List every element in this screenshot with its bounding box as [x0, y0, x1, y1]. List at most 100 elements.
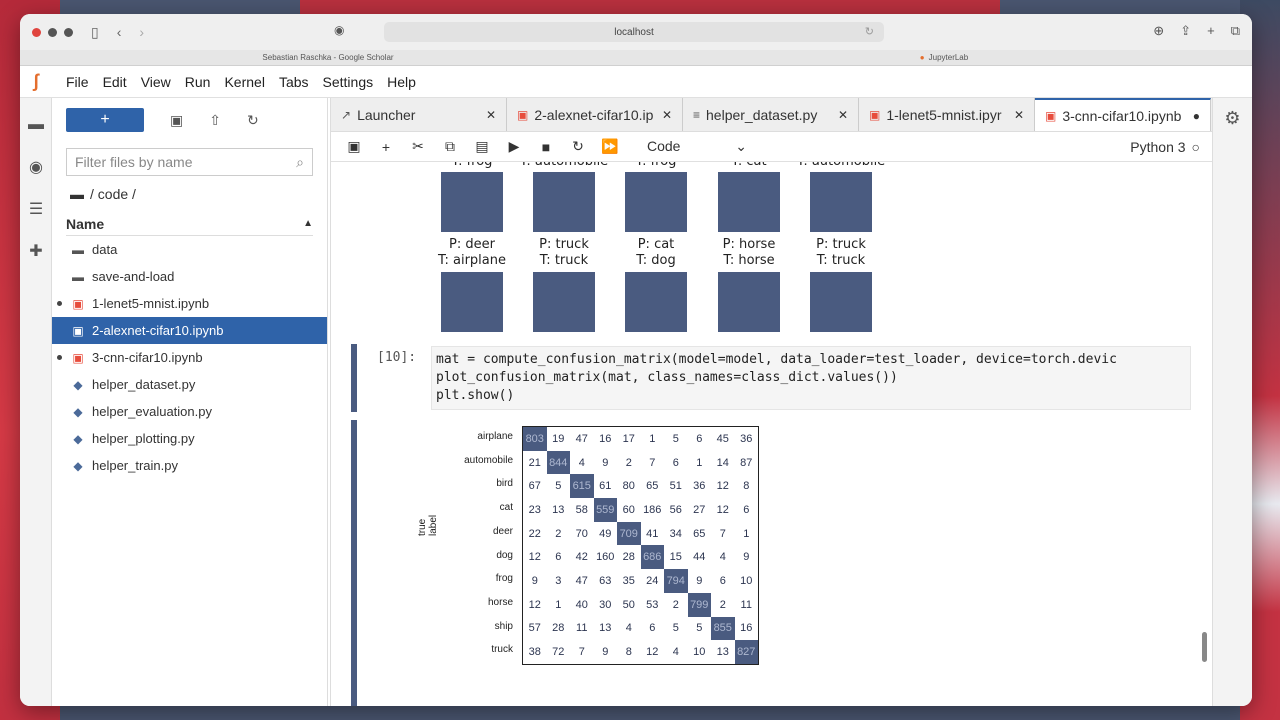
run-icon[interactable]: ▶: [505, 138, 523, 155]
predicted-label: P: truck: [816, 237, 866, 252]
tab-overview-icon[interactable]: ⧉: [1231, 23, 1240, 39]
matrix-cell: 1: [555, 598, 562, 611]
menu-settings[interactable]: Settings: [323, 74, 374, 90]
file-item[interactable]: ▣ 2-alexnet-cifar10.ipynb: [52, 317, 327, 344]
file-item[interactable]: ◆ helper_train.py: [52, 452, 327, 479]
run-all-icon[interactable]: ⏩: [601, 138, 619, 155]
address-bar[interactable]: localhost ↻: [384, 22, 884, 42]
menu-file[interactable]: File: [66, 74, 89, 90]
commands-icon[interactable]: ☰: [20, 194, 52, 224]
reload-icon[interactable]: ↻: [865, 25, 874, 38]
true-label: T: dog: [636, 253, 676, 268]
share-icon[interactable]: ⇪: [1180, 23, 1191, 39]
doc-tab[interactable]: ≡ helper_dataset.py ✕: [683, 98, 859, 131]
matrix-cell: 12: [528, 598, 541, 611]
breadcrumb-path[interactable]: / code /: [90, 186, 136, 202]
close-tab-icon[interactable]: ✕: [662, 108, 672, 122]
minimize-window-button[interactable]: [48, 27, 57, 37]
sample-image: [625, 272, 687, 332]
doc-tab[interactable]: ▣ 3-cnn-cifar10.ipynb ●: [1035, 98, 1211, 131]
kernel-status[interactable]: Python 3 ○: [1130, 139, 1200, 155]
upload-icon[interactable]: ⇧: [209, 112, 221, 129]
notebook-toolbar: ▣ + ✂ ⧉ ▤ ▶ ■ ↻ ⏩ Code ⌄ Python 3 ○: [331, 132, 1212, 162]
menu-run[interactable]: Run: [185, 74, 211, 90]
browser-tab-jupyter[interactable]: ● JupyterLab: [636, 50, 1252, 65]
paste-icon[interactable]: ▤: [473, 138, 491, 155]
matrix-cell: 15: [669, 551, 682, 564]
file-name: helper_plotting.py: [92, 431, 195, 446]
menu-view[interactable]: View: [141, 74, 171, 90]
file-item[interactable]: ▬ data: [52, 236, 327, 263]
matrix-cell: 7: [578, 646, 585, 659]
running-icon[interactable]: ◉: [20, 152, 52, 182]
matrix-cell: 17: [622, 432, 635, 445]
file-item[interactable]: ▣ 3-cnn-cifar10.ipynb: [52, 344, 327, 371]
folder-icon[interactable]: ▬: [20, 110, 52, 140]
cell-type-select[interactable]: Code ⌄: [647, 138, 747, 155]
breadcrumb-folder-icon[interactable]: ▬: [70, 186, 84, 202]
matrix-cell: 38: [528, 646, 541, 659]
copy-icon[interactable]: ⧉: [441, 138, 459, 155]
traffic-lights: [32, 27, 73, 37]
privacy-shield-icon[interactable]: ◉: [334, 23, 344, 37]
matrix-cell: 8: [625, 646, 632, 659]
extensions-icon[interactable]: ✚: [20, 236, 52, 266]
code-cell-editor[interactable]: mat = compute_confusion_matrix(model=mod…: [431, 346, 1191, 410]
file-item[interactable]: ◆ helper_evaluation.py: [52, 398, 327, 425]
safari-actions: ⊕ ⇪ + ⧉: [1153, 23, 1240, 39]
forward-icon[interactable]: ›: [139, 24, 144, 40]
name-column-header[interactable]: Name ▲: [66, 212, 313, 236]
sample-image: [625, 172, 687, 232]
file-item[interactable]: ◆ helper_plotting.py: [52, 425, 327, 452]
downloads-icon[interactable]: ⊕: [1153, 23, 1164, 39]
filter-files-input[interactable]: Filter files by name ⌕: [66, 148, 313, 176]
doc-tab[interactable]: ▣ 1-lenet5-mnist.ipyr ✕: [859, 98, 1035, 131]
save-icon[interactable]: ▣: [345, 138, 363, 155]
menu-help[interactable]: Help: [387, 74, 416, 90]
file-item[interactable]: ◆ helper_dataset.py: [52, 371, 327, 398]
breadcrumb: ▬ / code /: [70, 186, 309, 202]
close-window-button[interactable]: [32, 27, 41, 37]
doc-tab[interactable]: ▣ 2-alexnet-cifar10.ip ✕: [507, 98, 683, 131]
new-tab-icon[interactable]: +: [1207, 23, 1215, 39]
zoom-window-button[interactable]: [64, 27, 73, 37]
restart-icon[interactable]: ↻: [569, 138, 587, 155]
menu-kernel[interactable]: Kernel: [224, 74, 264, 90]
insert-cell-icon[interactable]: +: [377, 139, 395, 155]
matrix-cell: 2: [625, 456, 632, 469]
sample-image: [441, 272, 503, 332]
matrix-cell: 87: [740, 456, 753, 469]
matrix-cell: 160: [596, 551, 615, 564]
back-icon[interactable]: ‹: [117, 24, 122, 40]
close-tab-icon[interactable]: ✕: [486, 108, 496, 122]
menu-edit[interactable]: Edit: [103, 74, 127, 90]
row-label: cat: [499, 502, 513, 514]
unsaved-dot-icon[interactable]: ●: [1193, 109, 1200, 123]
refresh-icon[interactable]: ↻: [247, 112, 259, 129]
close-tab-icon[interactable]: ✕: [1014, 108, 1024, 122]
file-item[interactable]: ▣ 1-lenet5-mnist.ipynb: [52, 290, 327, 317]
close-tab-icon[interactable]: ✕: [838, 108, 848, 122]
matrix-cell: 58: [575, 503, 588, 516]
matrix-cell: 7: [649, 456, 656, 469]
doc-tab-label: 1-lenet5-mnist.ipyr: [886, 106, 1002, 123]
true-label: T: horse: [723, 253, 775, 268]
scrollbar-thumb[interactable]: [1202, 632, 1207, 662]
matrix-cell: 1: [743, 527, 750, 540]
matrix-cell: 799: [687, 592, 711, 617]
notebook-icon: ▣: [72, 323, 84, 338]
new-folder-icon[interactable]: ▣: [170, 112, 183, 129]
cut-icon[interactable]: ✂: [409, 138, 427, 155]
stop-icon[interactable]: ■: [537, 139, 555, 155]
new-launcher-button[interactable]: +: [66, 108, 144, 132]
file-name: 3-cnn-cifar10.ipynb: [92, 350, 203, 365]
file-item[interactable]: ▬ save-and-load: [52, 263, 327, 290]
notebook-scroll-area[interactable]: T: frogT: automobileT: frogT: catT: auto…: [331, 162, 1213, 706]
property-inspector-icon[interactable]: ⚙: [1213, 108, 1252, 129]
sidebar-toggle-icon[interactable]: ▯: [91, 24, 99, 41]
browser-tabs: Sebastian Raschka - Google Scholar ● Jupy…: [20, 50, 1252, 66]
menu-tabs[interactable]: Tabs: [279, 74, 309, 90]
doc-tab[interactable]: ↗ Launcher ✕: [331, 98, 507, 131]
python-file-icon: ◆: [73, 431, 83, 446]
browser-tab-scholar[interactable]: Sebastian Raschka - Google Scholar: [20, 50, 636, 65]
